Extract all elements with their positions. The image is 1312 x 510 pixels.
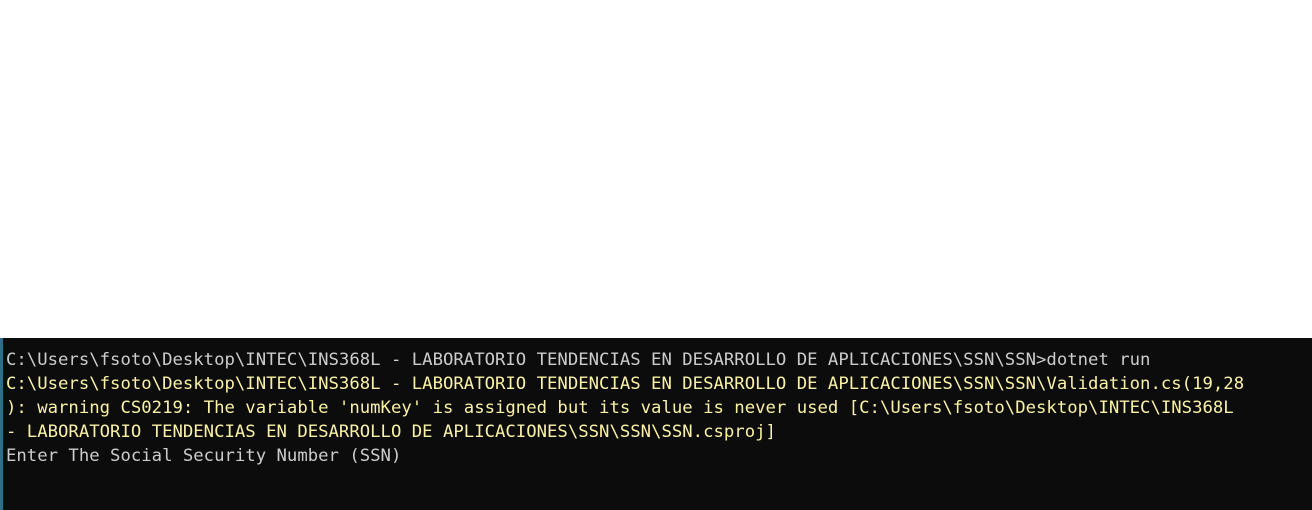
terminal-console[interactable]: C:\Users\fsoto\Desktop\INTEC\INS368L - L… [0, 338, 1312, 510]
console-line-warning: ): warning CS0219: The variable 'numKey'… [6, 398, 1234, 418]
console-line-prompt: Enter The Social Security Number (SSN) [6, 446, 402, 466]
console-edge [0, 338, 3, 510]
console-line-warning: C:\Users\fsoto\Desktop\INTEC\INS368L - L… [6, 374, 1245, 394]
blank-area [0, 0, 1312, 338]
console-line-warning: - LABORATORIO TENDENCIAS EN DESARROLLO D… [6, 422, 776, 442]
console-line-command: C:\Users\fsoto\Desktop\INTEC\INS368L - L… [6, 350, 1151, 370]
